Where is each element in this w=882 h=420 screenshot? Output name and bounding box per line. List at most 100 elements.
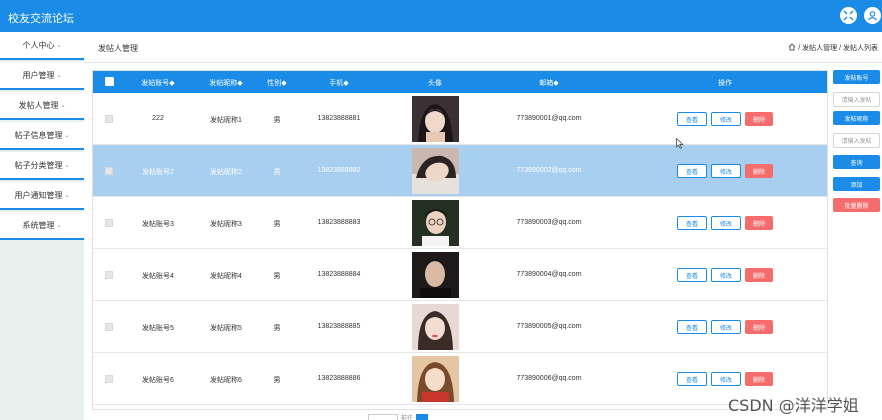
user-icon[interactable] — [864, 7, 881, 24]
header-actions: 操作 — [718, 80, 732, 87]
header-email[interactable]: 邮箱◆ — [519, 78, 579, 88]
cell-gender: 男 — [273, 273, 281, 280]
chevron-down-icon: ⌄ — [64, 132, 70, 139]
avatar — [412, 96, 459, 142]
cell-account: 发帖账号4 — [142, 273, 174, 280]
cell-phone: 13823888882 — [317, 167, 361, 174]
edit-button[interactable]: 修改 — [711, 268, 741, 282]
expand-icon[interactable] — [840, 7, 857, 24]
delete-button[interactable]: 删除 — [745, 320, 773, 334]
nickname-search-label[interactable]: 发帖昵称 — [833, 111, 880, 125]
cell-nickname: 发帖昵称6 — [210, 377, 242, 384]
sidebar-item-poster-management[interactable]: 发帖人管理 ⌄ — [0, 92, 84, 120]
sidebar-item-personal-center[interactable]: 个人中心 ⌄ — [0, 32, 84, 60]
cell-email: 773890003@qq.com — [516, 219, 582, 226]
breadcrumb-bar: 发帖人管理 / 发帖人管理 / 发帖人列表 — [84, 32, 882, 63]
sidebar-item-label: 个人中心 — [22, 40, 55, 50]
account-search-label[interactable]: 发帖账号 — [833, 70, 880, 84]
delete-button[interactable]: 删除 — [745, 372, 773, 386]
page-size-select[interactable] — [368, 413, 398, 420]
watermark: CSDN @洋洋学姐 — [728, 396, 859, 415]
cell-gender: 男 — [273, 117, 281, 124]
avatar — [412, 252, 459, 298]
view-button[interactable]: 查看 — [677, 164, 707, 178]
cell-email: 773890005@qq.com — [516, 323, 582, 330]
view-button[interactable]: 查看 — [677, 372, 707, 386]
edit-button[interactable]: 修改 — [711, 216, 741, 230]
cell-account: 发帖账号5 — [142, 325, 174, 332]
header-account[interactable]: 发帖账号◆ — [133, 78, 183, 88]
sidebar-item-label: 发帖人管理 — [18, 100, 59, 110]
delete-button[interactable]: 删除 — [745, 216, 773, 230]
cell-phone: 13823888881 — [317, 115, 361, 122]
header-gender[interactable]: 性别◆ — [261, 78, 293, 88]
header-phone[interactable]: 手机◆ — [315, 78, 363, 88]
chevron-down-icon: ⌄ — [64, 162, 70, 169]
chevron-down-icon: ⌄ — [56, 72, 62, 79]
cell-account: 222 — [152, 115, 164, 122]
nickname-search-input[interactable]: 请输入发帖 — [833, 133, 880, 148]
delete-button[interactable]: 删除 — [745, 164, 773, 178]
avatar — [412, 356, 459, 402]
cell-nickname: 发帖昵称1 — [210, 117, 242, 124]
row-checkbox[interactable] — [105, 115, 113, 123]
cell-account: 发帖账号3 — [142, 221, 174, 228]
edit-button[interactable]: 修改 — [711, 320, 741, 334]
search-button[interactable]: 查询 — [833, 155, 880, 169]
batch-delete-button[interactable]: 批量删除 — [833, 198, 880, 212]
add-button[interactable]: 添加 — [833, 177, 880, 191]
row-checkbox[interactable] — [105, 271, 113, 279]
table-row[interactable]: 发帖账号2 发帖昵称2 男 13823888882 773890002@qq.c… — [93, 145, 827, 197]
table-row[interactable]: 发帖账号5 发帖昵称5 男 13823888885 773890005@qq.c… — [93, 301, 827, 353]
row-checkbox[interactable] — [105, 219, 113, 227]
edit-button[interactable]: 修改 — [711, 164, 741, 178]
chevron-down-icon: ⌄ — [56, 222, 62, 229]
row-checkbox[interactable] — [105, 375, 113, 383]
view-button[interactable]: 查看 — [677, 320, 707, 334]
chevron-down-icon: ⌄ — [56, 42, 62, 49]
edit-button[interactable]: 修改 — [711, 372, 741, 386]
cell-phone: 13823888884 — [317, 271, 361, 278]
cell-nickname: 发帖昵称4 — [210, 273, 242, 280]
select-all-checkbox[interactable] — [105, 77, 114, 86]
cell-email: 773890002@qq.com — [516, 167, 582, 174]
cell-email: 773890006@qq.com — [516, 375, 582, 382]
sidebar-item-post-category-management[interactable]: 帖子分类管理 ⌄ — [0, 152, 84, 180]
breadcrumb: / 发帖人管理 / 发帖人列表 — [788, 43, 878, 53]
table-row[interactable]: 发帖账号6 发帖昵称6 男 13823888886 773890006@qq.c… — [93, 353, 827, 405]
cell-phone: 13823888883 — [317, 219, 361, 226]
row-checkbox[interactable] — [105, 167, 113, 175]
edit-button[interactable]: 修改 — [711, 112, 741, 126]
cell-phone: 13823888886 — [317, 375, 361, 382]
avatar — [412, 304, 459, 350]
delete-button[interactable]: 删除 — [745, 112, 773, 126]
cell-email: 773890001@qq.com — [516, 115, 582, 122]
sidebar-item-user-management[interactable]: 用户管理 ⌄ — [0, 62, 84, 90]
sidebar-item-post-info-management[interactable]: 帖子信息管理 ⌄ — [0, 122, 84, 150]
cell-gender: 男 — [273, 325, 281, 332]
delete-button[interactable]: 删除 — [745, 268, 773, 282]
cell-gender: 男 — [273, 169, 281, 176]
table-row[interactable]: 发帖账号3 发帖昵称3 男 13823888883 773890003@qq.c… — [93, 197, 827, 249]
chevron-down-icon: ⌄ — [60, 102, 66, 109]
mouse-cursor-icon — [676, 137, 684, 151]
avatar — [412, 200, 459, 246]
table-row[interactable]: 222 发帖昵称1 男 13823888881 773890001@qq.com… — [93, 93, 827, 145]
row-checkbox[interactable] — [105, 323, 113, 331]
sidebar: 个人中心 ⌄ 用户管理 ⌄ 发帖人管理 ⌄ 帖子信息管理 ⌄ 帖子分类管理 ⌄ 用户通知管… — [0, 32, 84, 420]
sidebar-item-label: 用户通知管理 — [14, 190, 63, 200]
view-button[interactable]: 查看 — [677, 216, 707, 230]
poster-table: 发帖账号◆ 发帖昵称◆ 性别◆ 手机◆ 头像 邮箱◆ 操作 222 发帖昵称1 … — [92, 70, 828, 410]
view-button[interactable]: 查看 — [677, 112, 707, 126]
header-nickname[interactable]: 发帖昵称◆ — [201, 78, 251, 88]
home-icon[interactable] — [788, 43, 796, 53]
sidebar-item-user-notice-management[interactable]: 用户通知管理 ⌄ — [0, 182, 84, 210]
cell-nickname: 发帖昵称5 — [210, 325, 242, 332]
current-page-button[interactable] — [416, 413, 429, 420]
view-button[interactable]: 查看 — [677, 268, 707, 282]
account-search-input[interactable]: 请输入发帖 — [833, 92, 880, 107]
breadcrumb-trail: / 发帖人管理 / 发帖人列表 — [798, 45, 878, 52]
sidebar-item-system-management[interactable]: 系统管理 ⌄ — [0, 212, 84, 240]
cell-phone: 13823888885 — [317, 323, 361, 330]
table-row[interactable]: 发帖账号4 发帖昵称4 男 13823888884 773890004@qq.c… — [93, 249, 827, 301]
